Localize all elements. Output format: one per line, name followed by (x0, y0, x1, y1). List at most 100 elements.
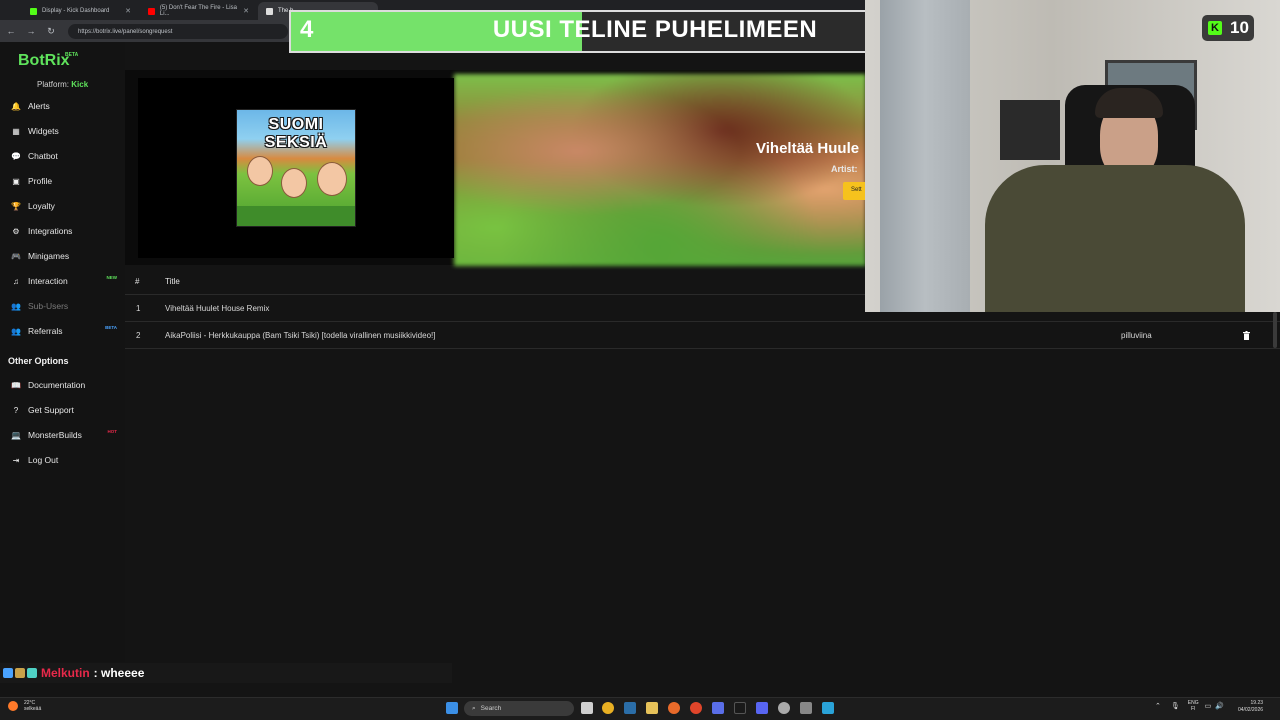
firefox-icon[interactable] (668, 702, 680, 714)
sidebar-item-alerts[interactable]: 🔔 Alerts (0, 96, 125, 116)
beta-badge: BETA (65, 52, 79, 58)
sidebar-item-label: Chatbot (28, 151, 58, 161)
platform-indicator: Platform: Kick (37, 80, 88, 89)
row-number: 1 (136, 304, 141, 313)
trash-icon[interactable] (1243, 331, 1250, 340)
windows-start-icon[interactable] (446, 702, 458, 714)
sidebar-item-minigames[interactable]: 🎮 Minigames (0, 246, 125, 266)
scrollbar[interactable] (1273, 312, 1277, 348)
chrome-icon[interactable] (602, 702, 614, 714)
sidebar-item-integrations[interactable]: ⚙ Integrations (0, 221, 125, 241)
app-icon[interactable] (778, 702, 790, 714)
webcam-feed (865, 0, 1280, 312)
goal-title: UUSI TELINE PUHELIMEEN (492, 16, 818, 43)
settings-button[interactable]: Sett (843, 182, 865, 200)
settings-gear-icon[interactable] (800, 702, 812, 714)
logout-icon: ⇥ (12, 455, 20, 465)
close-tab-icon[interactable]: ✕ (125, 7, 131, 15)
sidebar-item-label: Minigames (28, 251, 70, 261)
microphone-icon[interactable]: 🎙 (1171, 702, 1180, 710)
row-title: AikaPoliisi - Herkkukauppa (Bam Tsiki Ts… (165, 331, 436, 340)
obs-icon[interactable] (734, 702, 746, 714)
network-icon[interactable]: ▭ (1205, 702, 1212, 710)
language-region: FI (1190, 706, 1196, 712)
kick-favicon-icon (30, 7, 37, 15)
bell-icon: 🔔 (11, 101, 21, 111)
sidebar-item-interaction[interactable]: ♫ Interaction NEW (0, 271, 125, 291)
chevron-up-icon[interactable]: ⌃ (1155, 702, 1161, 710)
search-label: Search (480, 705, 502, 712)
book-icon: 📖 (11, 380, 21, 390)
file-explorer-icon[interactable] (646, 702, 658, 714)
reload-icon[interactable]: ↻ (42, 22, 60, 40)
youtube-favicon-icon (148, 7, 155, 15)
sidebar-item-label: Documentation (28, 380, 86, 390)
address-bar[interactable]: https://botrix.live/panel/songrequest (68, 24, 288, 39)
sidebar-item-loyalty[interactable]: 🏆 Loyalty (0, 196, 125, 216)
sidebar-item-label: Profile (28, 176, 53, 186)
sidebar-item-log-out[interactable]: ⇥ Log Out (0, 450, 125, 470)
row-number: 2 (136, 331, 141, 340)
users-icon: 👥 (11, 301, 21, 311)
discord-icon[interactable] (756, 702, 768, 714)
sidebar-item-widgets[interactable]: ▦ Widgets (0, 121, 125, 141)
sidebar-item-label: Widgets (28, 126, 59, 136)
cover-character (247, 156, 273, 186)
music-icon: ♫ (13, 276, 19, 286)
badge-emote-icon (27, 668, 37, 678)
sidebar-item-label: Interaction (28, 276, 68, 286)
gamepad-icon: 🎮 (11, 251, 21, 261)
clock-date: 04/02/2026 (1238, 707, 1264, 713)
sidebar-item-chatbot[interactable]: 💬 Chatbot (0, 146, 125, 166)
app-icon[interactable] (690, 702, 702, 714)
sidebar-item-label: Sub-Users (28, 301, 69, 311)
cover-character (317, 162, 347, 196)
table-row[interactable]: 2 AikaPoliisi - Herkkukauppa (Bam Tsiki … (125, 322, 1280, 349)
integrations-icon: ⚙ (12, 226, 20, 236)
row-title: Viheltää Huulet House Remix (165, 304, 270, 313)
nav-badge: NEW (106, 275, 118, 280)
windows-taskbar (0, 697, 1280, 720)
task-view-icon[interactable] (581, 702, 593, 714)
forward-arrow-icon[interactable]: → (22, 22, 40, 40)
tab-kick-dashboard[interactable]: Display - Kick Dashboard ✕ (22, 2, 137, 20)
system-tray[interactable]: ⌃ 🎙 ENG FI ▭ 🔊 (1155, 700, 1224, 712)
platform-value: Kick (71, 80, 89, 89)
sidebar-item-get-support[interactable]: ? Get Support (0, 400, 125, 420)
weather-widget[interactable]: 22°C selkeää (8, 700, 41, 712)
brand-logo[interactable]: BotRix (18, 52, 70, 70)
monitor (1000, 100, 1060, 160)
sidebar-item-monsterbuilds[interactable]: 💻 MonsterBuilds HOT (0, 425, 125, 445)
laptop-icon: 💻 (11, 430, 21, 440)
cover-grass (237, 206, 355, 226)
sidebar-item-label: Referrals (28, 326, 63, 336)
sidebar-item-sub-users[interactable]: 👥 Sub-Users (0, 296, 125, 316)
sidebar-item-referrals[interactable]: 👥 Referrals BETA (0, 321, 125, 341)
kick-logo-icon: K (1208, 21, 1222, 35)
viewer-count-badge: K 10 (1202, 15, 1254, 41)
sidebar-item-profile[interactable]: ▣ Profile (0, 171, 125, 191)
chat-icon: 💬 (11, 151, 21, 161)
close-tab-icon[interactable]: ✕ (243, 7, 249, 15)
clock[interactable]: 19.23 04/02/2026 (1238, 700, 1263, 714)
sidebar-item-label: Alerts (28, 101, 50, 111)
app-icon[interactable] (822, 702, 834, 714)
sidebar-item-label: Get Support (28, 405, 74, 415)
platform-label: Platform: (37, 80, 70, 89)
sidebar-item-label: Loyalty (28, 201, 55, 211)
steam-icon[interactable] (624, 702, 636, 714)
chat-message: Melkutin : wheeee (0, 663, 452, 683)
clock-time: 19.23 (1250, 700, 1264, 706)
weather-icon (8, 701, 18, 711)
cover-character (281, 168, 307, 198)
sidebar-item-documentation[interactable]: 📖 Documentation (0, 375, 125, 395)
teams-icon[interactable] (712, 702, 724, 714)
volume-icon[interactable]: 🔊 (1215, 702, 1224, 710)
trophy-icon: 🏆 (11, 201, 21, 211)
referrals-icon: 👥 (11, 326, 21, 336)
chat-username: Melkutin (41, 666, 90, 680)
tab-youtube[interactable]: (5) Don't Fear The Fire - Lisa Li... ✕ (140, 2, 255, 20)
badge-emote-icon (15, 668, 25, 678)
back-arrow-icon[interactable]: ← (2, 22, 20, 40)
taskbar-search[interactable]: ⌕ Search (464, 701, 574, 716)
